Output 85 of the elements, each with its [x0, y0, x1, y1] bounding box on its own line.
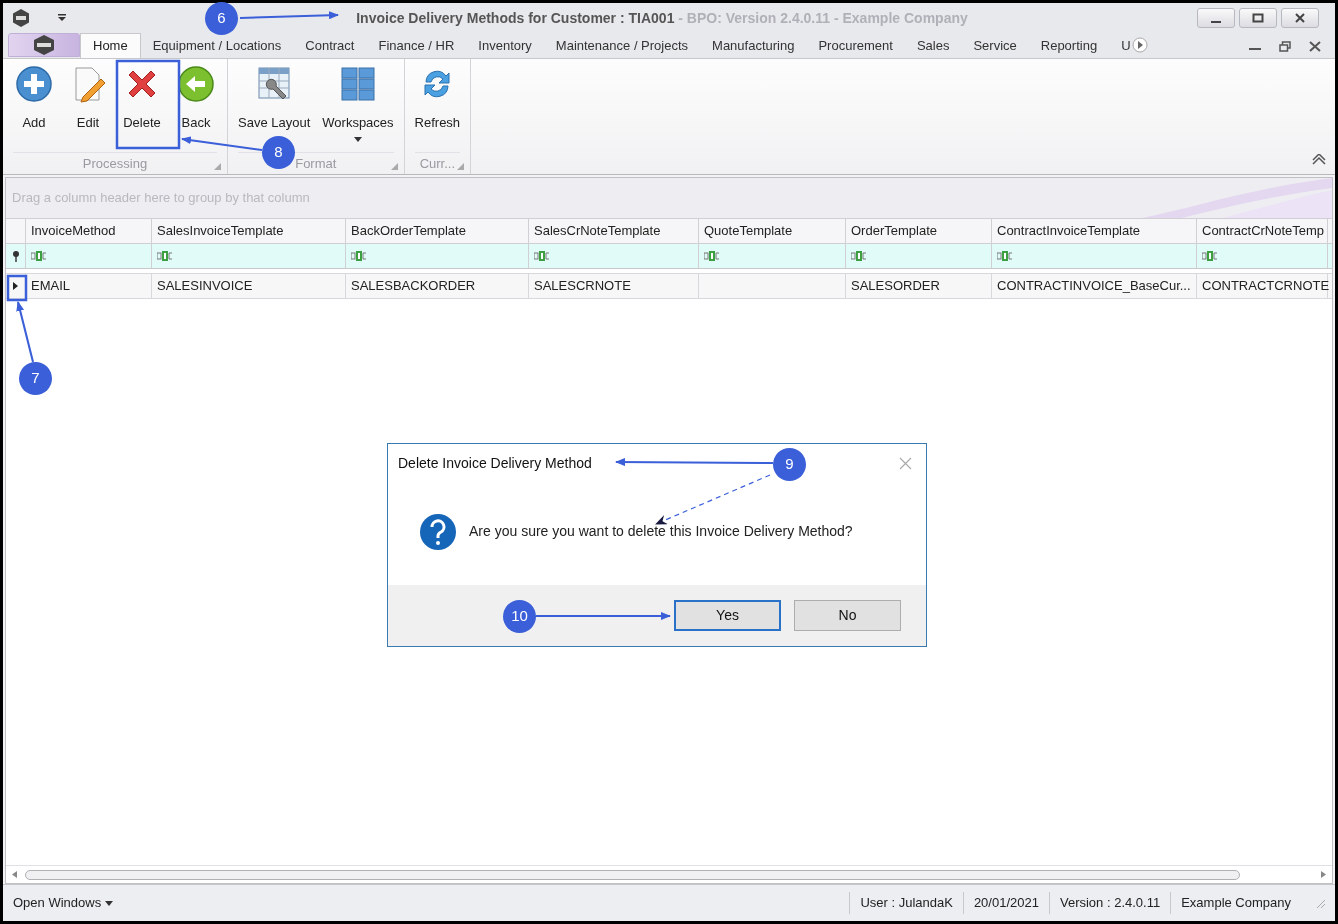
add-icon: [15, 65, 53, 103]
ribbon-tab[interactable]: Manufacturing: [700, 33, 807, 58]
table-cell-text: EMAIL: [31, 277, 70, 296]
close-icon[interactable]: [1309, 41, 1321, 52]
ribbon-tab[interactable]: Reporting: [1028, 33, 1110, 58]
dialog-launcher-icon[interactable]: [390, 163, 398, 170]
status-item: Example Company: [1181, 894, 1291, 913]
window-subtitle: - BPO: Version 2.4.0.11 - Example Company: [677, 8, 968, 28]
filter-condition-icon[interactable]: [351, 251, 367, 261]
scroll-right-icon[interactable]: [1131, 37, 1148, 53]
dialog-launcher-icon[interactable]: [214, 163, 221, 170]
minimize-icon: [1210, 21, 1222, 23]
column-header[interactable]: InvoiceMethod: [26, 219, 152, 243]
filter-condition-icon[interactable]: [851, 251, 867, 261]
close-button[interactable]: [1281, 8, 1319, 28]
dialog-launcher-icon[interactable]: [457, 163, 465, 170]
ribbon-tab[interactable]: Procurement: [806, 33, 905, 58]
status-item: User : JulandaK: [860, 894, 953, 913]
dialog-button[interactable]: No: [794, 600, 901, 631]
column-header[interactable]: BackOrderTemplate: [346, 219, 529, 243]
column-header[interactable]: SalesInvoiceTemplate: [152, 219, 346, 243]
restore-icon[interactable]: [1279, 41, 1291, 52]
scroll-left-icon[interactable]: [12, 871, 17, 878]
column-header[interactable]: ContractCrNoteTemp: [1197, 219, 1328, 243]
table-cell-text: SALESBACKORDER: [351, 277, 476, 296]
column-header[interactable]: OrderTemplate: [846, 219, 992, 243]
dialog-message: Are you sure you want to delete this Invoice Delivery Method?: [469, 522, 853, 541]
ribbon-tab[interactable]: Service: [961, 33, 1029, 58]
ribbon-button[interactable]: Edit: [61, 63, 115, 152]
maximize-icon: [1252, 13, 1264, 23]
filter-condition-icon[interactable]: [31, 251, 47, 261]
status-item: Version : 2.4.0.11: [1059, 894, 1161, 913]
pin-icon: [11, 250, 20, 262]
status-item: 20/01/2021: [973, 894, 1039, 913]
filter-condition-icon[interactable]: [1202, 251, 1218, 261]
table-cell-text: CONTRACTCRNOTE: [1202, 277, 1330, 296]
column-header[interactable]: ContractInvoiceTemplate: [992, 219, 1197, 243]
filter-condition-icon[interactable]: [157, 251, 173, 261]
column-header[interactable]: QuoteTemplate: [699, 219, 846, 243]
ribbon-group-label: Processing: [82, 154, 148, 173]
open-windows-menu[interactable]: Open Windows: [13, 893, 114, 913]
ribbon-tab[interactable]: Contract: [293, 33, 367, 58]
ribbon-tab[interactable]: U: [1109, 33, 1131, 58]
app-logo-icon: [11, 8, 31, 28]
table-cell-text: SALESORDER: [851, 277, 940, 296]
dialog-title: Delete Invoice Delivery Method: [398, 453, 592, 473]
ribbon-group-label: Format: [295, 154, 337, 173]
collapse-ribbon-icon[interactable]: [1311, 154, 1327, 166]
question-icon: [419, 512, 457, 551]
window-title: Invoice Delivery Methods for Customer : TIA001: [356, 8, 675, 28]
resize-grip-icon[interactable]: [1315, 898, 1325, 908]
dialog-button[interactable]: Yes: [674, 600, 781, 631]
ribbon-button[interactable]: Workspaces: [316, 63, 400, 152]
ribbon-button[interactable]: Refresh: [408, 63, 467, 152]
table-cell-text: CONTRACTINVOICE_BaseCur...: [997, 277, 1191, 296]
filter-condition-icon[interactable]: [704, 251, 720, 261]
ribbon-group-label: Curr...: [419, 154, 456, 173]
ribbon-tab[interactable]: Maintenance / Projects: [543, 33, 701, 58]
highlight-frame: [6, 274, 28, 302]
quick-access-caret-icon[interactable]: [57, 14, 67, 22]
ribbon-tab[interactable]: Finance / HR: [366, 33, 467, 58]
row-indicator-icon: [13, 282, 18, 290]
scroll-right-icon[interactable]: [1321, 871, 1326, 878]
ribbon-button[interactable]: Back: [169, 63, 223, 152]
close-icon: [1294, 13, 1306, 23]
app-logo-icon: [32, 34, 56, 56]
caret-icon: [353, 136, 362, 142]
ribbon-tab[interactable]: Inventory: [466, 33, 544, 58]
workspaces-grid-icon: [338, 65, 377, 103]
maximize-button[interactable]: [1239, 8, 1277, 28]
column-header[interactable]: SalesCrNoteTemplate: [529, 219, 699, 243]
table-cell-text: SALESCRNOTE: [534, 277, 631, 296]
filter-condition-icon[interactable]: [997, 251, 1013, 261]
ribbon-tab[interactable]: Equipment / Locations: [140, 33, 294, 58]
application-menu-button[interactable]: [8, 33, 80, 57]
minimize-button[interactable]: [1197, 8, 1235, 28]
ribbon-button[interactable]: Delete: [115, 63, 169, 152]
caret-icon: [105, 900, 114, 906]
filter-condition-icon[interactable]: [534, 251, 550, 261]
ribbon-tab[interactable]: Sales: [904, 33, 962, 58]
table-cell-text: SALESINVOICE: [157, 277, 253, 296]
ribbon-button[interactable]: Add: [7, 63, 61, 152]
scrollbar-thumb[interactable]: [25, 869, 1240, 880]
ribbon-tab[interactable]: Home: [80, 33, 141, 58]
annotation-arrow: [16, 301, 34, 363]
